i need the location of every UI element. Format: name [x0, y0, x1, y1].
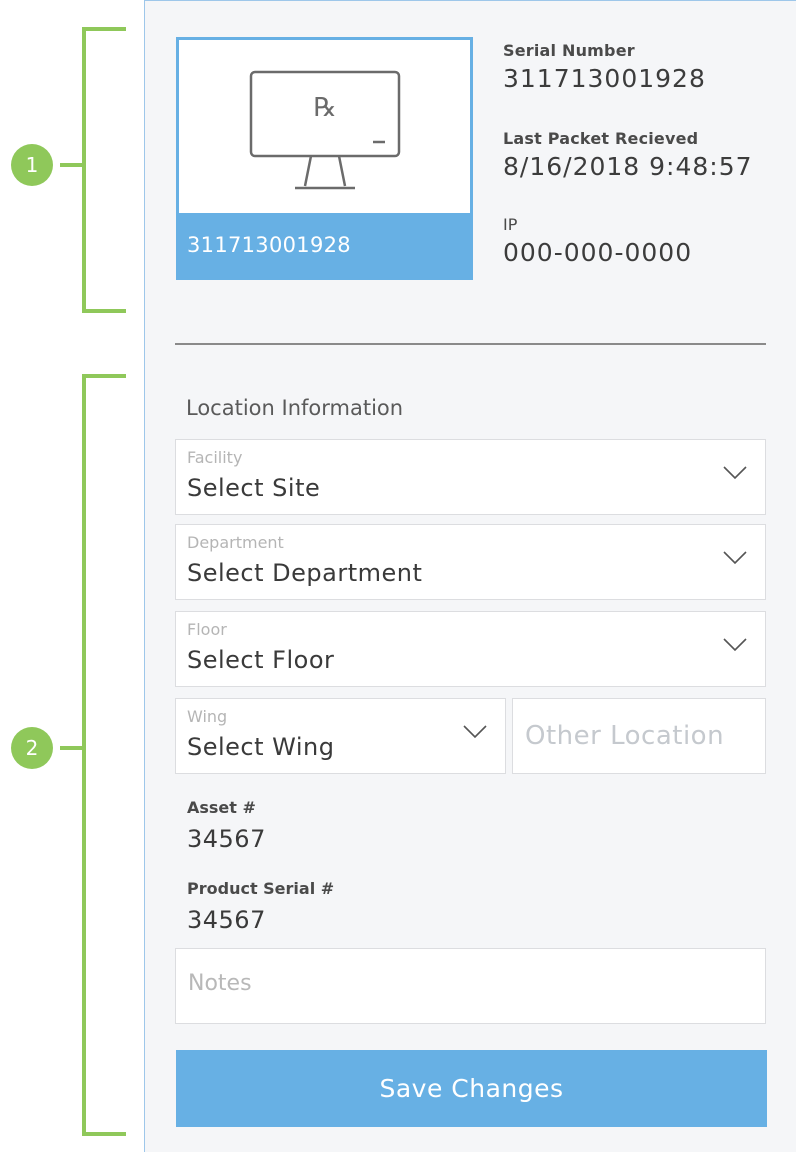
device-card-serial: 311713001928	[179, 213, 470, 277]
last-packet-label: Last Packet Recieved	[503, 129, 699, 148]
serial-number-block: Serial Number 311713001928	[503, 41, 706, 93]
svg-text:℞: ℞	[313, 93, 336, 123]
annotation-badge-2: 2	[11, 727, 53, 769]
notes-placeholder: Notes	[188, 971, 252, 996]
floor-value: Select Floor	[187, 646, 335, 674]
chevron-down-icon	[723, 551, 747, 565]
annotation-tick-2	[60, 746, 82, 750]
ip-value: 000-000-0000	[503, 238, 693, 267]
wing-label: Wing	[187, 707, 228, 726]
last-packet-block: Last Packet Recieved 8/16/2018 9:48:57	[503, 129, 753, 181]
department-label: Department	[187, 533, 284, 552]
wing-select[interactable]: Wing Select Wing	[175, 698, 506, 774]
department-value: Select Department	[187, 559, 423, 587]
section-divider	[175, 343, 766, 345]
annotation-bracket-2	[82, 374, 126, 1136]
asset-block: Asset # 34567	[187, 798, 266, 853]
ip-label: IP	[503, 215, 518, 234]
chevron-down-icon	[463, 725, 487, 739]
product-serial-block: Product Serial # 34567	[187, 879, 334, 934]
serial-number-value: 311713001928	[503, 64, 706, 93]
department-select[interactable]: Department Select Department	[175, 524, 766, 600]
annotation-badge-1: 1	[11, 144, 53, 186]
floor-label: Floor	[187, 620, 227, 639]
notes-field[interactable]: Notes	[175, 948, 766, 1024]
location-section-title: Location Information	[186, 396, 404, 420]
wing-value: Select Wing	[187, 733, 335, 761]
floor-select[interactable]: Floor Select Floor	[175, 611, 766, 687]
other-location-placeholder: Other Location	[525, 721, 725, 751]
annotation-bracket-1	[82, 27, 126, 313]
product-serial-label: Product Serial #	[187, 879, 335, 898]
product-serial-value: 34567	[187, 906, 266, 934]
other-location-input[interactable]: Other Location	[512, 698, 766, 774]
device-detail-panel: ℞ 311713001928 Serial Number 31171300192…	[144, 0, 796, 1152]
asset-value: 34567	[187, 825, 266, 853]
last-packet-value: 8/16/2018 9:48:57	[503, 152, 753, 181]
monitor-rx-icon: ℞	[249, 70, 401, 190]
annotation-tick-1	[60, 163, 82, 167]
facility-select[interactable]: Facility Select Site	[175, 439, 766, 515]
ip-block: IP 000-000-0000	[503, 215, 692, 267]
asset-label: Asset #	[187, 798, 256, 817]
device-card[interactable]: ℞ 311713001928	[176, 37, 473, 280]
facility-label: Facility	[187, 448, 243, 467]
chevron-down-icon	[723, 466, 747, 480]
serial-number-label: Serial Number	[503, 41, 635, 60]
chevron-down-icon	[723, 638, 747, 652]
save-changes-button[interactable]: Save Changes	[176, 1050, 767, 1127]
facility-value: Select Site	[187, 474, 321, 502]
